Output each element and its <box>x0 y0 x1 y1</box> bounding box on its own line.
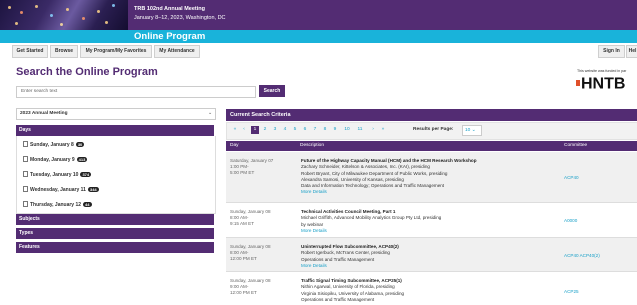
session-description: Uninterrupted Flow Subcommittee, ACP40(2… <box>301 244 556 269</box>
nav-my-program[interactable]: My Program/My Favorites <box>80 45 152 58</box>
page-1[interactable]: 1 <box>251 126 259 134</box>
title-bar: Online Program <box>0 30 637 43</box>
count-badge: 44 <box>83 202 92 207</box>
count-badge: 374 <box>80 172 92 177</box>
session-description: Future of the Highway Capacity Manual (H… <box>301 158 556 196</box>
more-details-link[interactable]: More Details <box>301 228 556 234</box>
help-button[interactable]: Hel <box>626 45 637 58</box>
header-banner-image <box>0 0 128 30</box>
results-per-page-label: Results per Page: <box>413 127 454 132</box>
facet-features-header[interactable]: Features <box>16 242 214 253</box>
last-page-button[interactable]: » <box>379 126 387 134</box>
page-6[interactable]: 6 <box>301 126 309 134</box>
checkbox[interactable] <box>23 186 28 192</box>
search-button[interactable]: Search <box>259 85 285 97</box>
checkbox[interactable] <box>23 171 28 177</box>
sponsor-logo[interactable]: HNTB <box>576 75 637 90</box>
committee-link[interactable]: ACP40 ACP40(2) <box>564 253 600 258</box>
committee-link[interactable]: A0000 <box>564 218 577 223</box>
day-option-monday[interactable]: Monday, January 9 413 <box>23 156 88 163</box>
facet-types-header[interactable]: Types <box>16 228 214 239</box>
column-description[interactable]: Description <box>296 141 559 151</box>
session-day: Sunday, January 08 8:00 AM- 12:00 PM ET <box>230 244 271 261</box>
online-program-title: Online Program <box>134 31 206 42</box>
day-option-tuesday[interactable]: Tuesday, January 10 374 <box>23 171 92 178</box>
meeting-select[interactable]: 2023 Annual Meeting ⌄ <box>16 108 216 120</box>
table-row: Sunday, January 08 8:00 AM- 9:15 AM ET Tec… <box>226 203 637 238</box>
facet-days-header[interactable]: Days <box>16 125 214 136</box>
count-badge: 413 <box>76 157 88 162</box>
more-details-link[interactable]: More Details <box>301 189 556 195</box>
page-title: Search the Online Program <box>16 66 158 78</box>
first-page-button[interactable]: « <box>231 126 239 134</box>
day-option-thursday[interactable]: Thursday, January 12 44 <box>23 201 92 208</box>
meeting-select-value: 2023 Annual Meeting <box>20 111 68 116</box>
day-label: Monday, January 9 <box>30 157 75 163</box>
nav-browse[interactable]: Browse <box>50 45 78 58</box>
column-committee[interactable]: Committee <box>559 141 637 151</box>
facet-subjects-header[interactable]: Subjects <box>16 214 214 225</box>
page-10[interactable]: 10 <box>342 126 352 134</box>
session-day: Saturday, January 07 1:00 PM- 5:00 PM ET <box>230 158 274 175</box>
table-row: Sunday, January 08 8:00 AM- 12:00 PM ET Un… <box>226 238 637 272</box>
day-label: Wednesday, January 11 <box>30 187 86 193</box>
more-details-link[interactable]: More Details <box>301 263 556 269</box>
day-option-sunday[interactable]: Sunday, January 8 30 <box>23 141 85 148</box>
search-placeholder: Enter search text <box>21 89 58 94</box>
page-7[interactable]: 7 <box>311 126 319 134</box>
pagination: « ‹ 1 2 3 4 5 6 7 8 9 10 11 › » Results … <box>226 122 637 140</box>
count-badge: 30 <box>75 142 85 147</box>
page-9[interactable]: 9 <box>331 126 339 134</box>
sponsor-disclaimer: This website was funded in par <box>577 69 627 73</box>
count-badge: 344 <box>87 187 99 192</box>
meeting-dates: January 8–12, 2023, Washington, DC <box>134 15 226 21</box>
day-label: Thursday, January 12 <box>30 202 82 208</box>
session-description: Technical Activities Council Meeting, Pa… <box>301 209 556 234</box>
session-day: Sunday, January 08 9:00 AM- 12:00 PM ET <box>230 278 271 295</box>
table-row: Sunday, January 08 9:00 AM- 12:00 PM ET Tr… <box>226 272 637 305</box>
page-5[interactable]: 5 <box>291 126 299 134</box>
checkbox[interactable] <box>23 141 28 147</box>
table-row: Saturday, January 07 1:00 PM- 5:00 PM ET F… <box>226 152 637 203</box>
page-8[interactable]: 8 <box>321 126 329 134</box>
page-2[interactable]: 2 <box>261 126 269 134</box>
prev-page-button[interactable]: ‹ <box>240 126 248 134</box>
day-option-wednesday[interactable]: Wednesday, January 11 344 <box>23 186 99 193</box>
checkbox[interactable] <box>23 156 28 162</box>
site-header: TRB 102nd Annual Meeting January 8–12, 2… <box>0 0 637 30</box>
chevron-down-icon: ⌄ <box>207 111 212 116</box>
results-per-page-value: 10 <box>465 128 471 133</box>
day-label: Sunday, January 8 <box>30 142 74 148</box>
column-day[interactable]: Day <box>226 141 296 151</box>
logo-text: HNTB <box>581 76 625 91</box>
sign-in-button[interactable]: Sign In <box>598 45 625 58</box>
page-11[interactable]: 11 <box>355 126 365 134</box>
nav-my-attendance[interactable]: My Attendance <box>154 45 200 58</box>
search-criteria-header: Current Search Criteria <box>226 109 637 121</box>
checkbox[interactable] <box>23 201 28 207</box>
page-3[interactable]: 3 <box>271 126 279 134</box>
results-per-page-select[interactable]: 10 ⌄ <box>462 125 482 136</box>
day-label: Tuesday, January 10 <box>30 172 79 178</box>
committee-link[interactable]: ACP40 <box>564 175 579 180</box>
page-4[interactable]: 4 <box>281 126 289 134</box>
committee-link[interactable]: ACP25 <box>564 289 579 294</box>
days-list: Sunday, January 8 30 Monday, January 9 413… <box>16 136 216 214</box>
session-description: Traffic Signal Timing Subcommittee, ACP2… <box>301 278 556 303</box>
next-page-button[interactable]: › <box>369 126 377 134</box>
session-day: Sunday, January 08 8:00 AM- 9:15 AM ET <box>230 209 271 226</box>
search-input[interactable]: Enter search text <box>16 86 256 98</box>
meeting-name: TRB 102nd Annual Meeting <box>134 6 205 12</box>
nav-get-started[interactable]: Get Started <box>12 45 48 58</box>
